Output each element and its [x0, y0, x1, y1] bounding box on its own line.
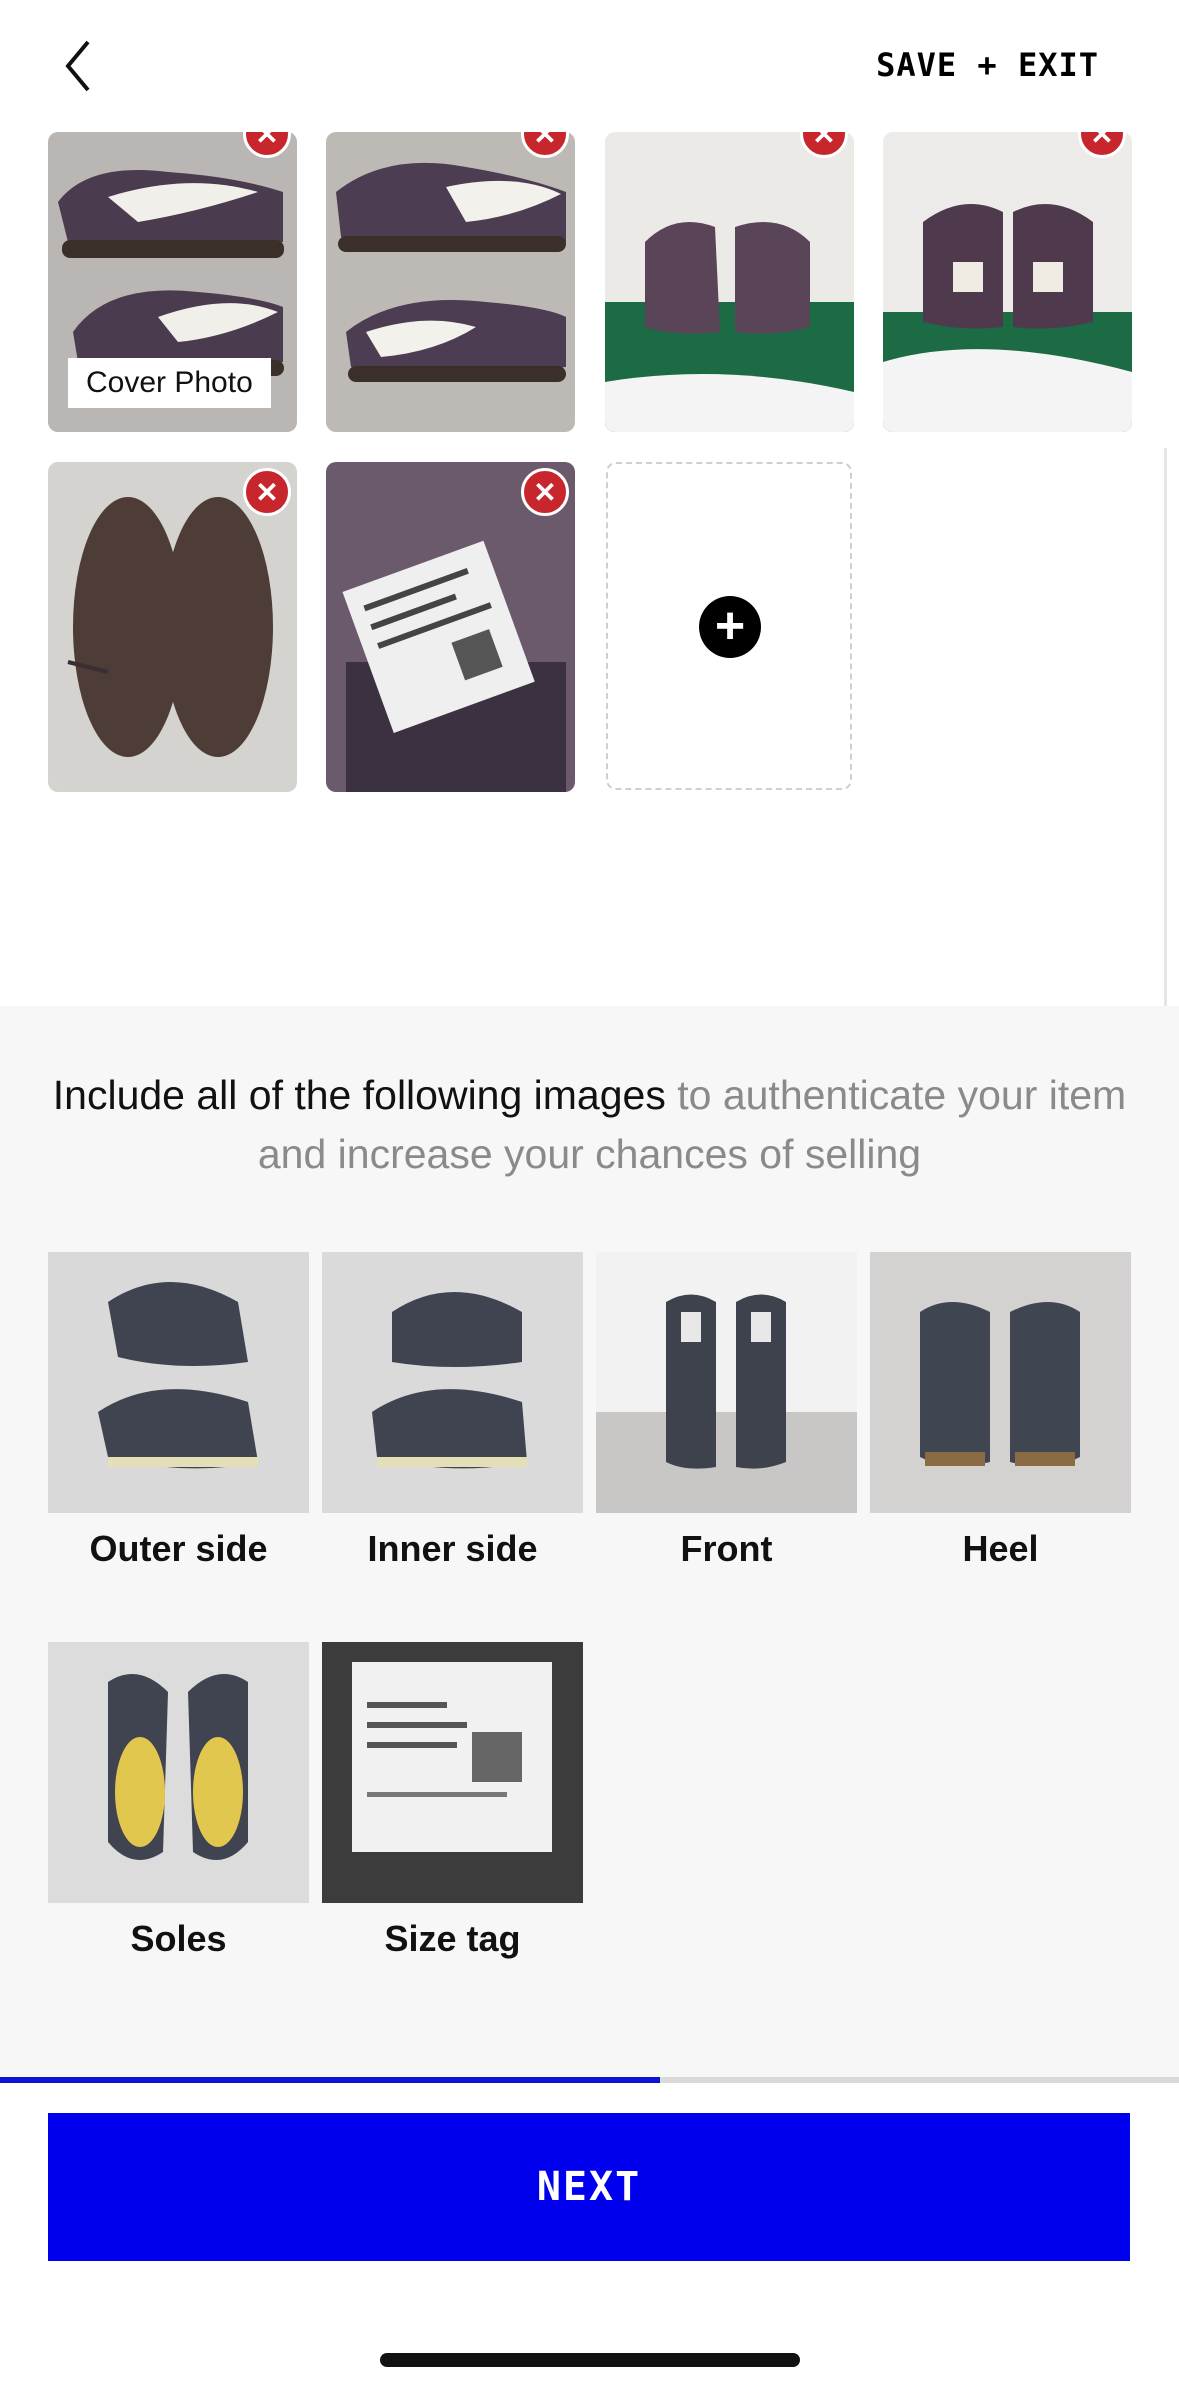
home-indicator [380, 2353, 800, 2367]
close-icon[interactable]: ✕ [521, 468, 569, 516]
guide-image-heel [870, 1252, 1131, 1513]
scrollbar[interactable] [1164, 448, 1167, 1008]
guide-image-front [596, 1252, 857, 1513]
footer: NEXT [0, 2083, 1179, 2396]
uploaded-photo[interactable]: ✕ [605, 132, 854, 432]
guide-label-size-tag: Size tag [384, 1918, 521, 1959]
uploaded-photo[interactable]: ✕ [48, 462, 297, 792]
chevron-left-icon[interactable] [56, 36, 106, 96]
uploaded-photo[interactable]: ✕ [326, 132, 575, 432]
add-photo-button[interactable]: + [606, 462, 852, 790]
guide-image-soles [48, 1642, 309, 1903]
guide-label-soles: Soles [130, 1918, 227, 1959]
guide-label-front: Front [680, 1528, 773, 1569]
uploaded-photo[interactable]: ✕ [326, 462, 575, 792]
plus-circle-icon: + [699, 596, 761, 658]
guide-label-outer-side: Outer side [89, 1528, 268, 1569]
guide-image-outer-side [48, 1252, 309, 1513]
uploaded-photo-cover[interactable]: Cover Photo ✕ [48, 132, 297, 432]
uploaded-photo[interactable]: ✕ [883, 132, 1132, 432]
cover-photo-label: Cover Photo [68, 358, 271, 408]
guide-label-heel: Heel [962, 1528, 1039, 1569]
next-button[interactable]: NEXT [48, 2113, 1130, 2261]
guide-image-size-tag [322, 1642, 583, 1903]
save-exit-button[interactable]: SAVE + EXIT [876, 46, 1099, 84]
header: SAVE + EXIT [0, 0, 1179, 130]
photo-guide: Include all of the following images to a… [0, 1006, 1179, 2081]
guide-label-inner-side: Inner side [367, 1528, 538, 1569]
close-icon[interactable]: ✕ [243, 468, 291, 516]
guide-instructions: Include all of the following images to a… [52, 1072, 1127, 1177]
guide-image-inner-side [322, 1252, 583, 1513]
